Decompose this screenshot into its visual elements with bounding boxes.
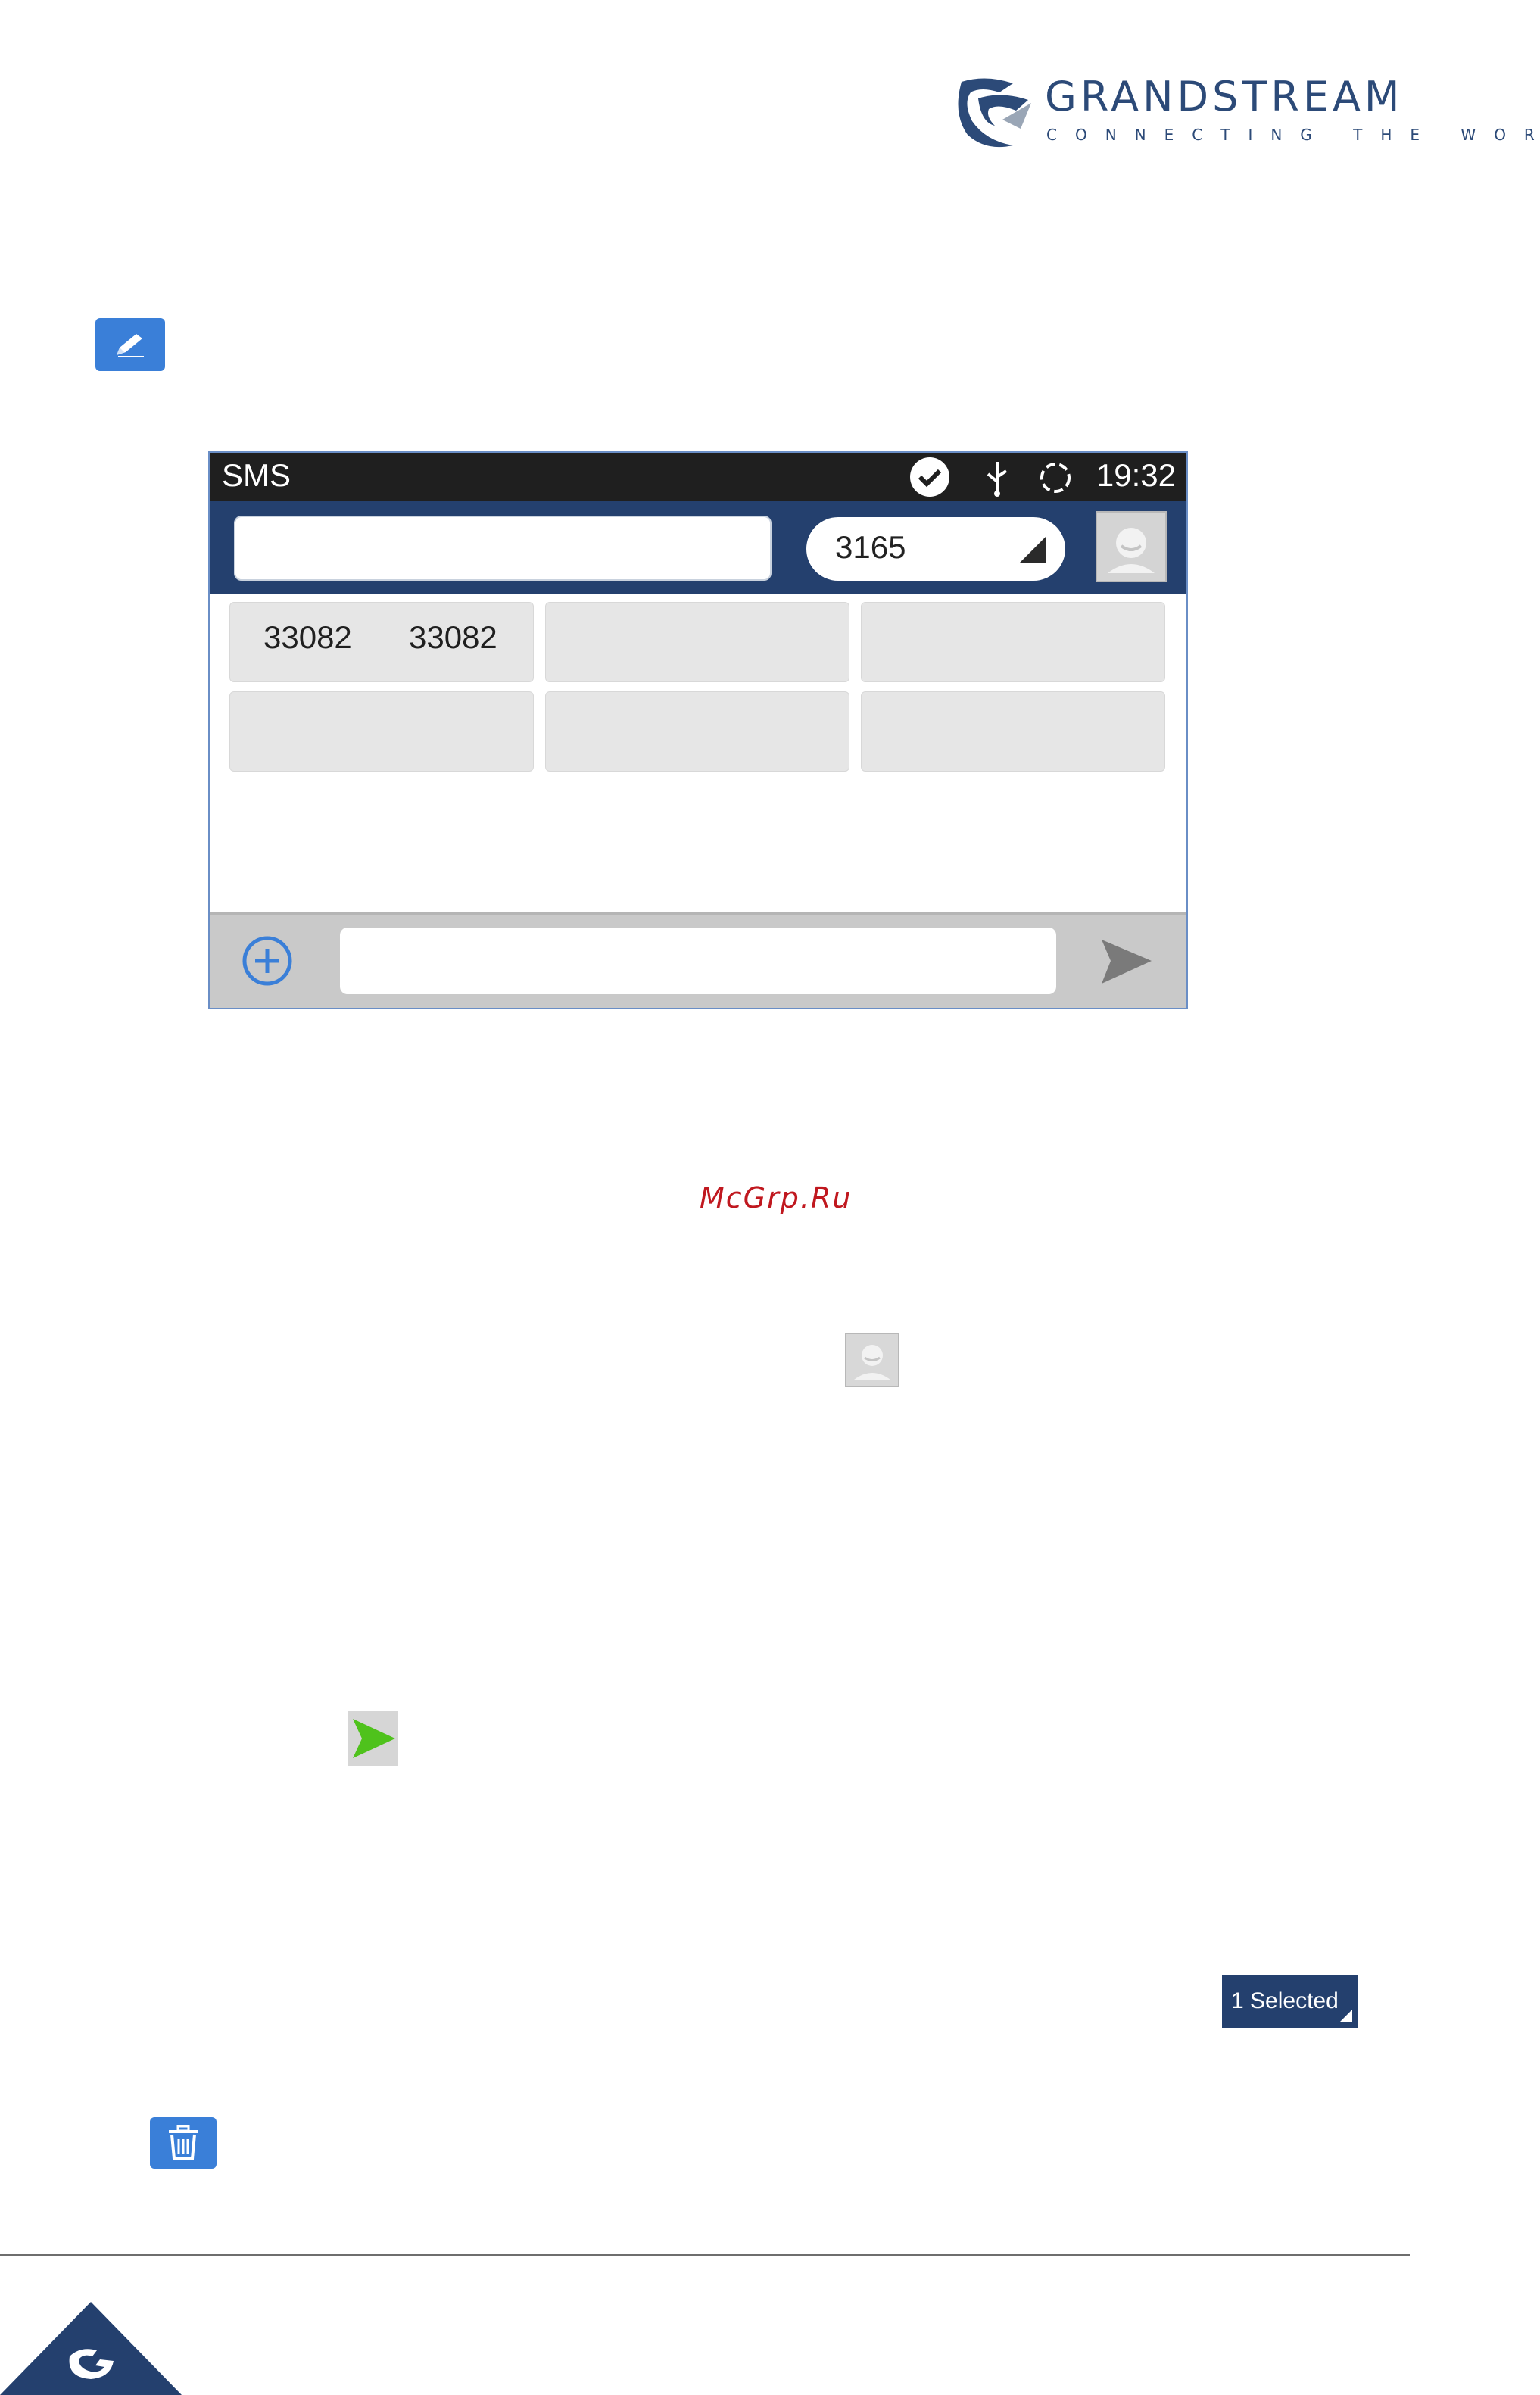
recipient-number: 33082 <box>409 619 497 655</box>
selection-count: 1 Selected <box>1231 1988 1339 2013</box>
selection-badge: 1 Selected <box>1222 1975 1358 2028</box>
contact-picker-button[interactable] <box>1096 511 1167 582</box>
recipient-input[interactable] <box>234 516 772 581</box>
contact-avatar-icon <box>1108 528 1155 573</box>
brand-name: GRANDSTREAM <box>1045 73 1404 120</box>
compose-button[interactable] <box>95 318 165 371</box>
recipient-chip-empty[interactable] <box>861 602 1165 682</box>
recipient-grid: 33082 33082 <box>210 594 1186 912</box>
status-bar: SMS 19:32 <box>210 453 1186 501</box>
brand-tagline: CONNECTING THE WORLD <box>1046 126 1540 144</box>
sms-screen: SMS 19:32 3165 33082 33082 <box>208 451 1188 1009</box>
pencil-icon <box>117 334 144 357</box>
dropdown-triangle-icon <box>1340 2010 1352 2022</box>
skype-check-icon <box>910 457 949 497</box>
footer-logo-icon <box>0 2302 182 2395</box>
recipient-chip-empty[interactable] <box>545 691 849 772</box>
add-attachment-icon[interactable] <box>240 934 295 988</box>
usb-icon <box>987 462 1008 497</box>
inline-contact-button <box>845 1333 899 1387</box>
recipient-header: 3165 <box>210 501 1186 594</box>
recipient-chip[interactable]: 33082 33082 <box>229 602 534 682</box>
inline-send-button <box>348 1711 398 1766</box>
trash-icon <box>169 2125 198 2160</box>
recipient-chip-empty[interactable] <box>229 691 534 772</box>
delete-button <box>150 2117 217 2169</box>
send-icon[interactable] <box>1097 935 1156 988</box>
sync-icon <box>1040 463 1071 493</box>
status-time: 19:32 <box>1096 457 1176 493</box>
account-value: 3165 <box>835 529 906 565</box>
footer-divider <box>0 2254 1410 2256</box>
send-icon <box>353 1719 395 1758</box>
brand-logo-icon <box>958 78 1031 148</box>
recipient-name: 33082 <box>263 619 352 655</box>
contact-avatar-icon <box>854 1345 890 1380</box>
account-select[interactable]: 3165 <box>806 517 1065 581</box>
recipient-chip-empty[interactable] <box>861 691 1165 772</box>
message-input[interactable] <box>340 928 1056 994</box>
status-title: SMS <box>222 457 291 493</box>
recipient-chip-empty[interactable] <box>545 602 849 682</box>
watermark-text: McGrp.Ru <box>700 1181 853 1215</box>
message-composer <box>210 912 1186 1008</box>
dropdown-triangle-icon <box>1020 537 1046 563</box>
